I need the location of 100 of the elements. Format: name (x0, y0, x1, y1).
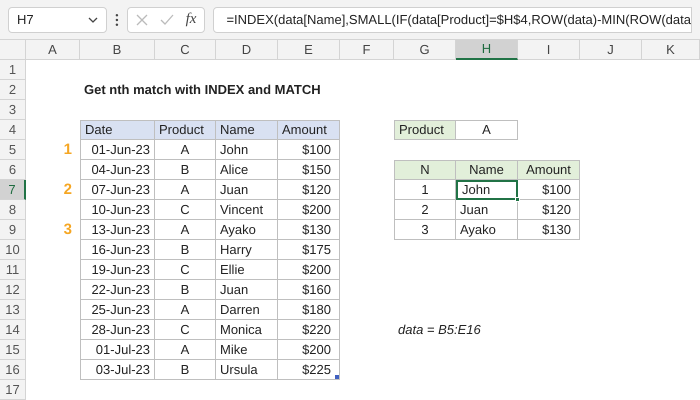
cancel-icon[interactable] (136, 14, 148, 26)
match-number: 3 (62, 220, 73, 240)
row-header[interactable]: 17 (0, 380, 26, 400)
table-cell: 10-Jun-23 (80, 200, 155, 220)
table-cell: 19-Jun-23 (80, 260, 155, 280)
checkmark-icon[interactable] (160, 14, 174, 26)
table-cell: $175 (278, 240, 340, 260)
row-header[interactable]: 1 (0, 60, 26, 80)
column-header[interactable]: G (394, 40, 456, 60)
table-cell: Ellie (216, 260, 278, 280)
table-cell: John (216, 140, 278, 160)
caret-icon[interactable] (88, 16, 98, 22)
name-box[interactable]: H7 (8, 6, 107, 32)
insert-function-button[interactable]: fx (186, 8, 196, 31)
row-header[interactable]: 6 (0, 160, 26, 180)
table-cell: C (155, 260, 216, 280)
column-heading: N (394, 160, 456, 180)
column-header[interactable]: F (340, 40, 394, 60)
table-cell: 01-Jul-23 (80, 340, 155, 360)
column-heading: Name (456, 160, 518, 180)
table-cell: Juan (216, 280, 278, 300)
table-cell: 22-Jun-23 (80, 280, 155, 300)
row-header[interactable]: 7 (0, 180, 26, 200)
table-cell: A (456, 120, 518, 140)
table-cell[interactable]: Ayako (456, 220, 518, 240)
row-header[interactable]: 11 (0, 260, 26, 280)
row-header[interactable]: 13 (0, 300, 26, 320)
table-cell: Harry (216, 240, 278, 260)
table-cell: B (155, 280, 216, 300)
table-cell: $120 (278, 180, 340, 200)
column-header[interactable]: H (456, 40, 518, 60)
row-header[interactable]: 5 (0, 140, 26, 160)
table-cell: B (155, 240, 216, 260)
column-header[interactable]: E (278, 40, 340, 60)
column-header[interactable]: A (26, 40, 80, 60)
fill-handle[interactable] (515, 197, 520, 202)
table-cell: Ursula (216, 360, 278, 380)
formula-field[interactable]: =INDEX(data[Name],SMALL(IF(data[Product]=$H$4,ROW(data)-MIN(ROW(data (213, 6, 692, 32)
column-header[interactable]: I (518, 40, 580, 60)
table-cell[interactable]: 2 (394, 200, 456, 220)
table-cell: A (155, 140, 216, 160)
table-cell: A (155, 340, 216, 360)
table-cell: $160 (278, 280, 340, 300)
table-cell: A (155, 300, 216, 320)
table-cell[interactable]: John (456, 180, 518, 200)
table-cell: 07-Jun-23 (80, 180, 155, 200)
table-cell: A (155, 220, 216, 240)
table-cell: 28-Jun-23 (80, 320, 155, 340)
column-heading: Product (155, 120, 216, 140)
row-header[interactable]: 16 (0, 360, 26, 380)
table-cell: $200 (278, 200, 340, 220)
table-cell[interactable]: 1 (394, 180, 456, 200)
table-cell: C (155, 320, 216, 340)
table-cell: $150 (278, 160, 340, 180)
row-header[interactable]: 3 (0, 100, 26, 120)
row-header[interactable]: 9 (0, 220, 26, 240)
table-cell: $180 (278, 300, 340, 320)
table-cell[interactable]: Juan (456, 200, 518, 220)
table-cell: Mike (216, 340, 278, 360)
row-header[interactable]: 12 (0, 280, 26, 300)
row-header[interactable]: 14 (0, 320, 26, 340)
table-cell: 25-Jun-23 (80, 300, 155, 320)
table-cell: 03-Jul-23 (80, 360, 155, 380)
column-header[interactable]: C (155, 40, 216, 60)
column-header[interactable]: J (580, 40, 642, 60)
table-cell: Darren (216, 300, 278, 320)
column-heading: Amount (278, 120, 340, 140)
column-header[interactable]: D (216, 40, 278, 60)
table-cell: 04-Jun-23 (80, 160, 155, 180)
table-cell[interactable]: $100 (518, 180, 580, 200)
table-resize-handle[interactable] (335, 375, 339, 379)
table-cell: Juan (216, 180, 278, 200)
table-cell: $130 (278, 220, 340, 240)
column-heading: Amount (518, 160, 580, 180)
row-header[interactable]: 15 (0, 340, 26, 360)
row-header[interactable]: 2 (0, 80, 26, 100)
column-header[interactable]: K (642, 40, 700, 60)
table-cell: $220 (278, 320, 340, 340)
column-heading: Name (216, 120, 278, 140)
more-options-icon[interactable] (114, 12, 119, 26)
table-cell[interactable]: 3 (394, 220, 456, 240)
match-number: 1 (62, 140, 73, 160)
table-cell: Alice (216, 160, 278, 180)
table-cell: $100 (278, 140, 340, 160)
criteria-label: Product (394, 120, 456, 140)
row-header[interactable]: 10 (0, 240, 26, 260)
match-number: 2 (62, 180, 73, 200)
column-header[interactable]: B (80, 40, 155, 60)
sheet-title: Get nth match with INDEX and MATCH (83, 81, 322, 100)
select-all-corner[interactable] (0, 40, 26, 60)
table-cell[interactable]: $120 (518, 200, 580, 220)
table-cell[interactable]: $130 (518, 220, 580, 240)
table-cell: 01-Jun-23 (80, 140, 155, 160)
table-cell: B (155, 360, 216, 380)
row-header[interactable]: 8 (0, 200, 26, 220)
table-cell: A (155, 180, 216, 200)
table-cell: C (155, 200, 216, 220)
table-cell: $200 (278, 260, 340, 280)
table-cell: 16-Jun-23 (80, 240, 155, 260)
row-header[interactable]: 4 (0, 120, 26, 140)
